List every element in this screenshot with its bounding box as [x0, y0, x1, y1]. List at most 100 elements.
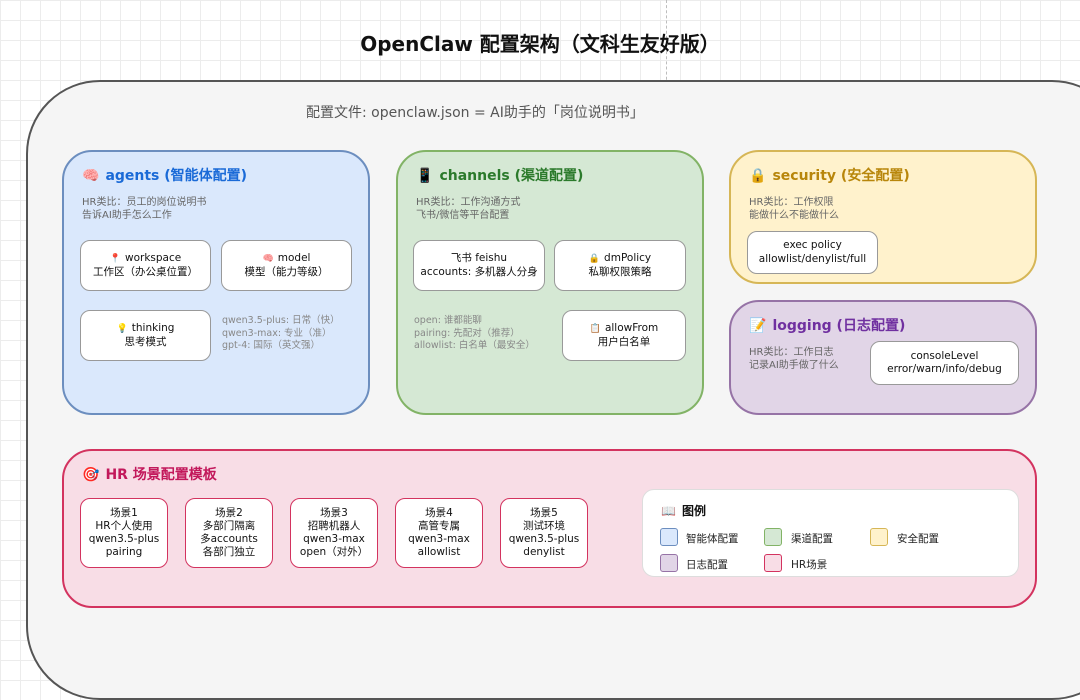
lightbulb-icon: 💡: [116, 323, 128, 334]
scene-line: 招聘机器人: [307, 520, 361, 532]
scene-line: 多accounts: [200, 533, 258, 545]
scene-line: HR个人使用: [95, 520, 153, 532]
scene-line: 测试环境: [523, 520, 565, 532]
agents-desc-line1: HR类比：员工的岗位说明书: [82, 197, 207, 208]
model-note: qwen3-max: 专业（准）: [222, 327, 332, 339]
model-note: qwen3.5-plus: 日常（快）: [222, 315, 340, 326]
scene-line: qwen3-max: [303, 533, 365, 545]
dmpolicy-node[interactable]: 🔒 dmPolicy 私聊权限策略: [554, 240, 686, 291]
config-file-subtitle: 配置文件: openclaw.json = AI助手的「岗位说明书」: [306, 105, 644, 121]
scene-1-node[interactable]: 场景1 HR个人使用 qwen3.5-plus pairing: [80, 498, 168, 568]
scene-line: open（对外）: [299, 546, 369, 558]
legend-title-text: 图例: [681, 504, 706, 518]
dmpolicy-note: open: 谁都能聊: [414, 315, 482, 326]
security-desc-line2: 能做什么不能做什么: [749, 210, 839, 221]
legend-label-logging: 日志配置: [686, 559, 728, 571]
model-note: gpt-4: 国际（英文强）: [222, 340, 320, 351]
allowfrom-label: allowFrom: [604, 321, 659, 334]
brain-icon: 🧠: [82, 168, 100, 184]
channels-desc-line1: HR类比：工作沟通方式: [416, 197, 521, 208]
channels-title: 📱 channels (渠道配置): [416, 165, 583, 185]
lock-icon: 🔒: [588, 253, 601, 264]
channels-title-text: channels (渠道配置): [439, 168, 584, 184]
legend-label-channels: 渠道配置: [791, 533, 833, 545]
model-label: model: [277, 251, 311, 264]
model-notes: qwen3.5-plus: 日常（快） qwen3-max: 专业（准） gpt-4…: [222, 315, 340, 353]
scene-4-node[interactable]: 场景4 高管专属 qwen3-max allowlist: [395, 498, 483, 568]
feishu-label: 飞书 feishu: [450, 252, 508, 264]
lock-icon: 🔒: [749, 168, 767, 184]
security-desc-line1: HR类比：工作权限: [749, 197, 834, 208]
scene-line: qwen3-max: [408, 533, 470, 545]
hr-scenes-title-text: HR 场景配置模板: [105, 467, 217, 483]
clipboard-icon: 📋: [589, 323, 601, 334]
model-node[interactable]: 🧠 model 模型（能力等级）: [221, 240, 352, 291]
console-level-label: consoleLevel: [910, 349, 979, 362]
scene-line: 场景2: [215, 507, 243, 519]
dmpolicy-note: pairing: 先配对（推荐）: [414, 327, 520, 339]
scene-line: denylist: [523, 546, 565, 558]
legend-swatch-security: [870, 528, 888, 546]
legend-swatch-channels: [764, 528, 782, 546]
dmpolicy-notes: open: 谁都能聊 pairing: 先配对（推荐） allowlist: 白名单…: [414, 315, 535, 353]
brain-icon: 🧠: [262, 253, 274, 264]
channels-desc-line2: 飞书/微信等平台配置: [416, 210, 510, 221]
security-desc: HR类比：工作权限 能做什么不能做什么: [749, 196, 839, 222]
pin-icon: 📍: [109, 253, 121, 264]
hr-scenes-title: 🎯 HR 场景配置模板: [82, 464, 217, 484]
thinking-node[interactable]: 💡 thinking 思考模式: [80, 310, 211, 361]
console-level-desc: error/warn/info/debug: [887, 363, 1002, 375]
legend-swatch-hr: [764, 554, 782, 572]
book-icon: 📖: [661, 504, 676, 518]
security-title-text: security (安全配置): [772, 168, 910, 184]
agents-title: 🧠 agents (智能体配置): [82, 165, 247, 185]
scene-3-node[interactable]: 场景3 招聘机器人 qwen3-max open（对外）: [290, 498, 378, 568]
security-title: 🔒 security (安全配置): [749, 165, 910, 185]
agents-desc-line2: 告诉AI助手怎么工作: [82, 210, 172, 221]
target-icon: 🎯: [82, 467, 100, 483]
allowfrom-desc: 用户白名单: [597, 336, 651, 348]
legend-label-hr: HR场景: [791, 559, 828, 571]
legend-label-security: 安全配置: [897, 533, 939, 545]
scene-line: qwen3.5-plus: [508, 533, 580, 545]
dmpolicy-desc: 私聊权限策略: [588, 266, 652, 278]
allowfrom-node[interactable]: 📋 allowFrom 用户白名单: [562, 310, 686, 361]
logging-desc-line2: 记录AI助手做了什么: [749, 360, 839, 371]
agents-title-text: agents (智能体配置): [105, 168, 248, 184]
feishu-desc: accounts: 多机器人分身: [420, 265, 538, 278]
scene-line: allowlist: [417, 546, 461, 558]
channels-desc: HR类比：工作沟通方式 飞书/微信等平台配置: [416, 196, 520, 222]
exec-policy-label: exec policy: [783, 239, 842, 251]
model-desc: 模型（能力等级）: [244, 266, 329, 278]
scene-5-node[interactable]: 场景5 测试环境 qwen3.5-plus denylist: [500, 498, 588, 568]
memo-icon: 📝: [749, 318, 767, 334]
scene-line: qwen3.5-plus: [88, 533, 160, 545]
agents-desc: HR类比：员工的岗位说明书 告诉AI助手怎么工作: [82, 196, 206, 222]
scene-2-node[interactable]: 场景2 多部门隔离 多accounts 各部门独立: [185, 498, 273, 568]
thinking-desc: 思考模式: [124, 336, 167, 348]
legend-swatch-agents: [660, 528, 678, 546]
logging-title-text: logging (日志配置): [772, 318, 906, 334]
workspace-desc: 工作区（办公桌位置）: [93, 266, 198, 278]
dmpolicy-label: dmPolicy: [604, 251, 652, 264]
scene-line: 场景5: [530, 507, 558, 519]
workspace-label: workspace: [125, 251, 182, 264]
scene-line: 场景4: [425, 507, 453, 519]
logging-desc-line1: HR类比：工作日志: [749, 347, 834, 358]
exec-policy-desc: allowlist/denylist/full: [758, 252, 867, 265]
workspace-node[interactable]: 📍 workspace 工作区（办公桌位置）: [80, 240, 211, 291]
scene-line: 场景3: [320, 507, 348, 519]
scene-line: pairing: [105, 546, 143, 558]
exec-policy-node[interactable]: exec policy allowlist/denylist/full: [747, 231, 878, 274]
phone-icon: 📱: [416, 168, 434, 184]
dmpolicy-note: allowlist: 白名单（最安全）: [414, 340, 535, 351]
console-level-node[interactable]: consoleLevel error/warn/info/debug: [870, 341, 1019, 385]
legend-title: 📖 图例: [661, 502, 706, 519]
scene-line: 场景1: [110, 507, 138, 519]
logging-desc: HR类比：工作日志 记录AI助手做了什么: [749, 346, 839, 372]
feishu-node[interactable]: 飞书 feishu accounts: 多机器人分身: [413, 240, 545, 291]
legend-label-agents: 智能体配置: [686, 533, 739, 545]
logging-title: 📝 logging (日志配置): [749, 315, 905, 335]
scene-line: 高管专属: [418, 520, 460, 532]
legend-swatch-logging: [660, 554, 678, 572]
